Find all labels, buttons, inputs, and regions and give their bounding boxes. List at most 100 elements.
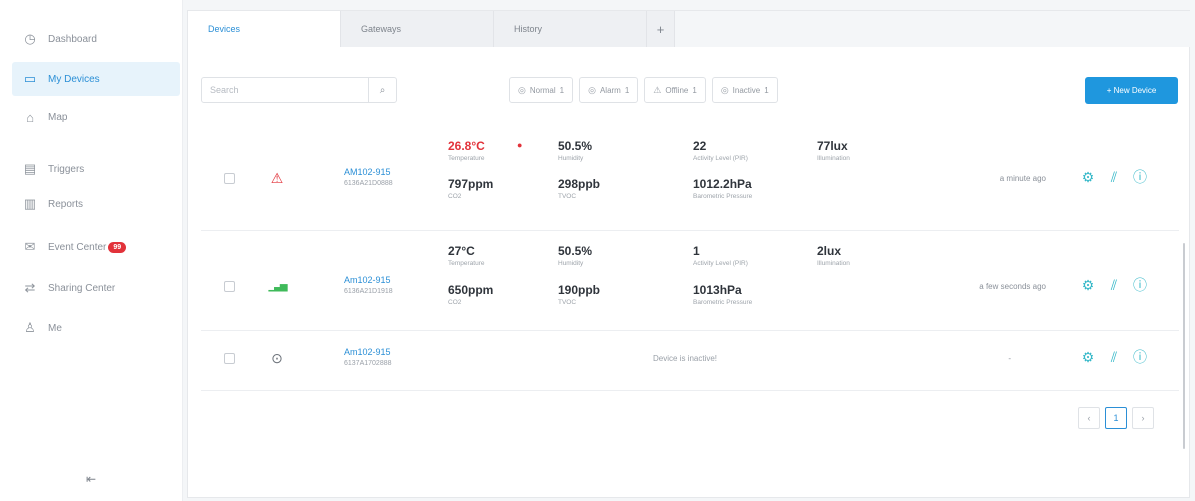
filter-count: 1 [764,85,769,95]
sidebar-item-label: Event Center [48,241,107,253]
metric-tvoc: 298ppb TVOC [558,177,600,200]
notification-badge: 99 [108,241,127,253]
metric-label: TVOC [558,193,577,200]
row-checkbox[interactable] [224,173,235,184]
metric-temperature: 26.8°C Temperature [448,139,485,162]
metric-label: CO2 [448,193,462,200]
next-page-button[interactable]: › [1132,407,1154,429]
metric-label: Activity Level (PIR) [693,260,748,267]
row-checkbox[interactable] [224,281,235,292]
metric-label: CO2 [448,299,462,306]
filter-normal[interactable]: ◎ Normal 1 [509,77,574,103]
offline-icon: ⚠ [653,84,662,95]
metric-value: 190ppb [558,283,601,297]
search-box: ⌕ [201,77,397,103]
filter-label: Offline [665,85,689,95]
sidebar-item-label: Sharing Center [48,282,116,294]
add-tab-button[interactable]: + [647,11,675,47]
row-checkbox[interactable] [224,353,235,364]
alarm-icon: ⚠ [267,168,287,188]
device-name-link[interactable]: Am102-915 [344,347,391,357]
metric-value: 298ppb [558,177,601,191]
sidebar-item-label: Reports [48,198,84,210]
metric-value: 26.8°C [448,139,485,153]
alert-marker-icon: ● [517,140,523,150]
metric-value: 650ppm [448,283,494,297]
signal-icon: ▁▃▅ [267,276,287,296]
metric-humidity: 50.5% Humidity [558,244,592,267]
tab-history[interactable]: History [494,11,647,47]
device-id: 6137A1702888 [344,360,392,367]
device-name-link[interactable]: Am102-915 [344,275,391,285]
sidebar-item-map[interactable]: ⌂ Map [12,100,180,134]
metric-label: Illumination [817,260,850,267]
filter-alarm[interactable]: ◎ Alarm 1 [579,77,639,103]
tab-devices[interactable]: Devices [188,11,341,47]
new-device-button[interactable]: + New Device [1085,77,1178,104]
inactive-icon: ◎ [720,84,729,95]
metric-activity-level: 1 Activity Level (PIR) [693,244,748,267]
metric-value: 1 [693,244,700,258]
last-updated-time: a minute ago [999,174,1046,183]
chart-icon[interactable]: ⫽ [1105,276,1123,294]
metric-illumination: 2lux Illumination [817,244,850,267]
filter-count: 1 [624,85,630,95]
row-actions: ⚙ ⫽ ⓘ [1079,168,1149,186]
settings-icon[interactable]: ⚙ [1079,348,1097,366]
vertical-scrollbar[interactable] [1183,243,1185,449]
status-filters: ◎ Normal 1 ◎ Alarm 1 ⚠ Offline 1 ◎ Inact… [509,77,778,103]
tab-bar-filler [675,11,1191,47]
event-center-icon: ✉ [24,239,36,254]
metric-label: TVOC [558,299,577,306]
status-glyph: ⚠ [270,169,284,186]
metric-label: Temperature [448,260,485,267]
last-updated-time: a few seconds ago [979,282,1046,291]
search-icon[interactable]: ⌕ [368,78,396,102]
sidebar-item-label: Triggers [48,163,85,175]
search-input[interactable] [202,78,368,102]
sidebar-item-dashboard[interactable]: ◷ Dashboard [12,22,180,56]
info-icon[interactable]: ⓘ [1131,276,1149,294]
metric-value: 1012.2hPa [693,177,752,191]
metric-value: 50.5% [558,244,593,258]
row-actions: ⚙ ⫽ ⓘ [1079,348,1149,366]
tab-gateways[interactable]: Gateways [341,11,494,47]
sidebar-item-me[interactable]: ♙ Me [12,311,180,345]
info-icon[interactable]: ⓘ [1131,348,1149,366]
device-name-link[interactable]: AM102-915 [344,167,391,177]
page-number-button[interactable]: 1 [1105,407,1127,429]
pagination: ‹ 1 › [1078,407,1154,429]
sidebar-item-sharing-center[interactable]: ⇄ Sharing Center [12,271,180,305]
settings-icon[interactable]: ⚙ [1079,168,1097,186]
row-actions: ⚙ ⫽ ⓘ [1079,276,1149,294]
collapse-sidebar-icon[interactable]: ⇤ [86,472,100,486]
settings-icon[interactable]: ⚙ [1079,276,1097,294]
metric-label: Barometric Pressure [693,299,753,306]
triggers-icon: ▤ [23,161,37,176]
metric-illumination: 77lux Illumination [817,139,850,162]
metric-barometric-pressure: 1012.2hPa Barometric Pressure [693,177,752,200]
chart-icon[interactable]: ⫽ [1105,348,1123,366]
metric-value: 2lux [817,244,842,258]
metric-value: 797ppm [448,177,494,191]
table-row: ⚠ AM102-915 6136A21D0888 26.8°C Temperat… [201,123,1179,231]
device-id: 6136A21D0888 [344,180,393,187]
filter-inactive[interactable]: ◎ Inactive 1 [711,77,778,103]
chart-icon[interactable]: ⫽ [1105,168,1123,186]
info-icon[interactable]: ⓘ [1131,168,1149,186]
prev-page-button[interactable]: ‹ [1078,407,1100,429]
last-updated-time: - [1008,354,1011,363]
sidebar-item-label: Map [48,111,68,123]
filter-label: Alarm [599,85,621,95]
filter-count: 1 [692,85,697,95]
sidebar-item-event-center[interactable]: ✉ Event Center 99 [12,230,180,264]
device-id: 6136A21D1918 [344,288,393,295]
metric-value: 27°C [448,244,475,258]
sidebar-item-reports[interactable]: ▥ Reports [12,187,180,221]
metric-label: Humidity [558,155,584,162]
sidebar-item-triggers[interactable]: ▤ Triggers [12,152,180,186]
sidebar-item-my-devices[interactable]: ▭ My Devices [12,62,180,96]
filter-offline[interactable]: ⚠ Offline 1 [644,77,706,103]
sidebar-item-label: Dashboard [48,33,97,45]
metric-label: Activity Level (PIR) [693,155,748,162]
